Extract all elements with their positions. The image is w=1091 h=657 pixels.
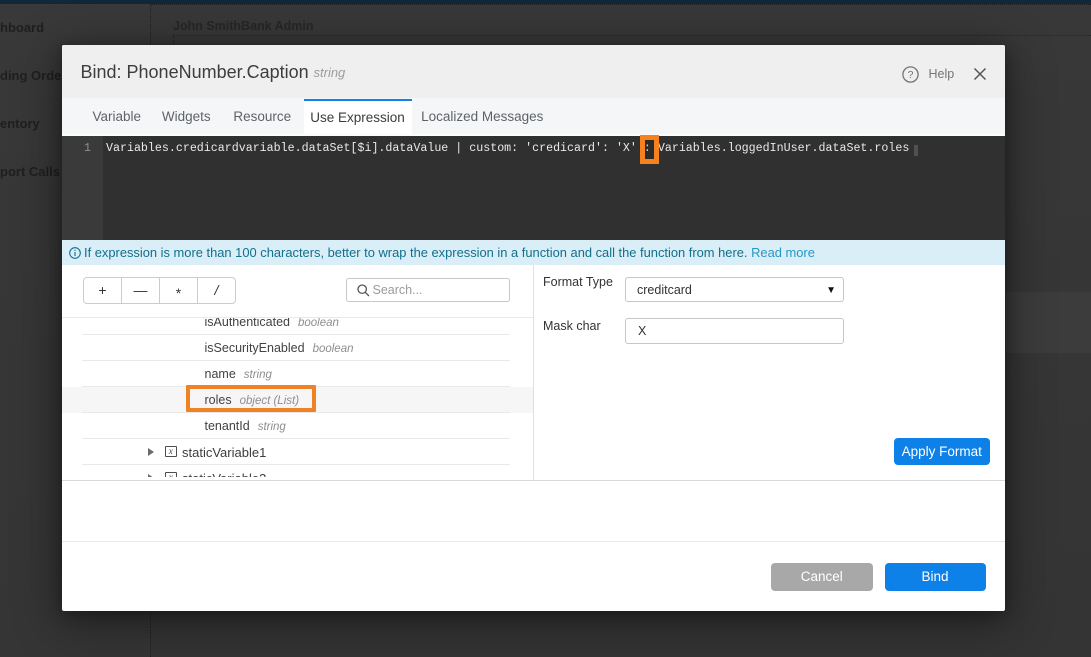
svg-text:?: ?	[907, 69, 913, 81]
